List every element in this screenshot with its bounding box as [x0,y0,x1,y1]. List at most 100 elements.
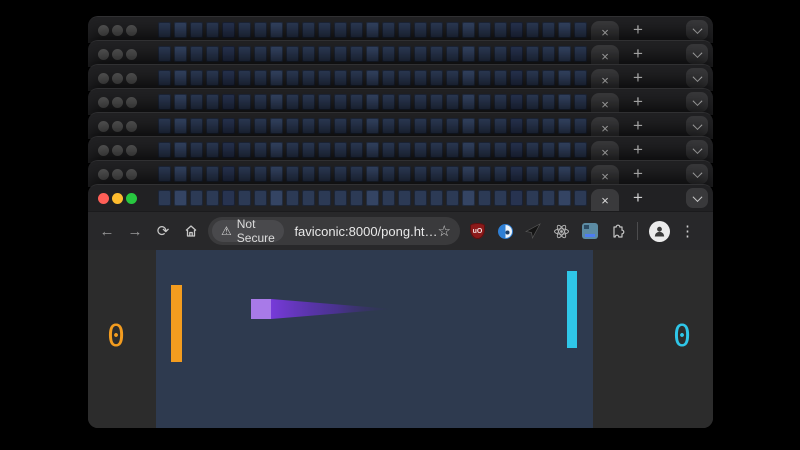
tab-favicon[interactable] [558,22,571,38]
background-browser-window[interactable]: × + [88,16,713,43]
tab-favicon[interactable] [526,142,539,158]
tab-favicon[interactable] [254,142,267,158]
tab-favicon[interactable] [334,70,347,86]
tab-favicon[interactable] [414,118,427,134]
tab-favicon[interactable] [542,118,555,134]
tab-favicon[interactable] [302,94,315,110]
active-tab[interactable]: × [591,189,619,211]
tab-favicon[interactable] [446,190,459,206]
tab-favicon[interactable] [318,166,331,182]
tab-favicon[interactable] [158,46,171,62]
tab-favicon[interactable] [382,190,395,206]
blue-circle-extension-icon[interactable] [497,223,514,240]
tab-favicon[interactable] [334,166,347,182]
tab-favicon[interactable] [350,46,363,62]
tab-favicon[interactable] [334,94,347,110]
tab-favicon[interactable] [286,94,299,110]
tab-favicon[interactable] [574,46,587,62]
tab-favicon[interactable] [494,46,507,62]
tab-favicon[interactable] [494,142,507,158]
tab-favicon[interactable] [542,70,555,86]
tab-favicon[interactable] [190,94,203,110]
tab-favicon[interactable] [494,22,507,38]
tab-favicon[interactable] [270,94,283,110]
close-window-button[interactable] [98,168,109,180]
tab-favicon[interactable] [350,94,363,110]
zoom-window-button[interactable] [126,48,137,60]
close-window-button[interactable] [98,24,109,36]
tab-favicon[interactable] [558,70,571,86]
tab-favicon[interactable] [510,46,523,62]
tab-favicon[interactable] [350,142,363,158]
new-tab-button[interactable]: + [625,185,651,211]
zoom-window-button[interactable] [126,24,137,36]
tab-favicon[interactable] [398,118,411,134]
minimize-window-button[interactable] [112,96,123,108]
tab-favicon[interactable] [526,94,539,110]
tab-favicon[interactable] [542,166,555,182]
tab-favicon[interactable] [318,46,331,62]
tab-favicon[interactable] [430,22,443,38]
tab-favicon[interactable] [430,118,443,134]
tab-favicon[interactable] [302,118,315,134]
tab-favicon[interactable] [574,94,587,110]
tab-favicon[interactable] [542,190,555,206]
home-button[interactable] [178,218,204,244]
close-tab-icon[interactable]: × [601,146,609,159]
tab-favicon[interactable] [174,142,187,158]
tab-favicon[interactable] [238,94,251,110]
tab-favicon[interactable] [254,166,267,182]
tab-favicon[interactable] [334,22,347,38]
tab-favicon[interactable] [382,46,395,62]
tab-overflow-button[interactable] [686,188,708,208]
tab-favicon[interactable] [574,142,587,158]
reload-button[interactable]: ⟳ [150,218,176,244]
tab-favicon[interactable] [430,46,443,62]
tab-favicon[interactable] [238,22,251,38]
tab-favicon[interactable] [382,166,395,182]
tab-favicon[interactable] [270,166,283,182]
tab-favicon[interactable] [414,166,427,182]
tab-favicon[interactable] [222,94,235,110]
tab-favicon[interactable] [238,70,251,86]
pong-canvas[interactable] [156,250,593,428]
tab-favicon[interactable] [494,94,507,110]
tab-favicon[interactable] [270,118,283,134]
tab-favicon[interactable] [366,142,379,158]
tab-favicon[interactable] [398,22,411,38]
minimize-window-button[interactable] [112,24,123,36]
tab-favicon[interactable] [542,94,555,110]
tab-favicon[interactable] [366,118,379,134]
tab-favicon[interactable] [414,70,427,86]
tab-favicon[interactable] [526,46,539,62]
tab-favicon[interactable] [558,46,571,62]
extensions-menu-icon[interactable] [609,223,626,240]
tab-favicon[interactable] [446,70,459,86]
react-devtools-icon[interactable] [553,223,570,240]
tab-favicon[interactable] [158,166,171,182]
tab-favicon[interactable] [302,22,315,38]
tab-overflow-button[interactable] [686,20,708,40]
tab-favicon[interactable] [206,190,219,206]
tab-favicon[interactable] [190,166,203,182]
tab-favicon[interactable] [238,190,251,206]
tab-favicon[interactable] [414,142,427,158]
background-browser-window[interactable]: × + [88,136,713,163]
tab-overflow-button[interactable] [686,44,708,64]
tab-favicon[interactable] [350,190,363,206]
tab-favicon[interactable] [174,70,187,86]
tab-favicon[interactable] [254,46,267,62]
background-browser-window[interactable]: × + [88,88,713,115]
tab-favicon[interactable] [574,118,587,134]
tab-favicon[interactable] [206,166,219,182]
tab-favicon[interactable] [286,142,299,158]
tab-favicon[interactable] [206,46,219,62]
tab-favicon[interactable] [494,70,507,86]
tab-favicon[interactable] [462,190,475,206]
tab-favicon[interactable] [526,190,539,206]
tab-favicon[interactable] [318,70,331,86]
tab-favicon[interactable] [478,22,491,38]
tab-favicon[interactable] [462,70,475,86]
tab-favicon[interactable] [286,70,299,86]
tab-favicon[interactable] [222,22,235,38]
